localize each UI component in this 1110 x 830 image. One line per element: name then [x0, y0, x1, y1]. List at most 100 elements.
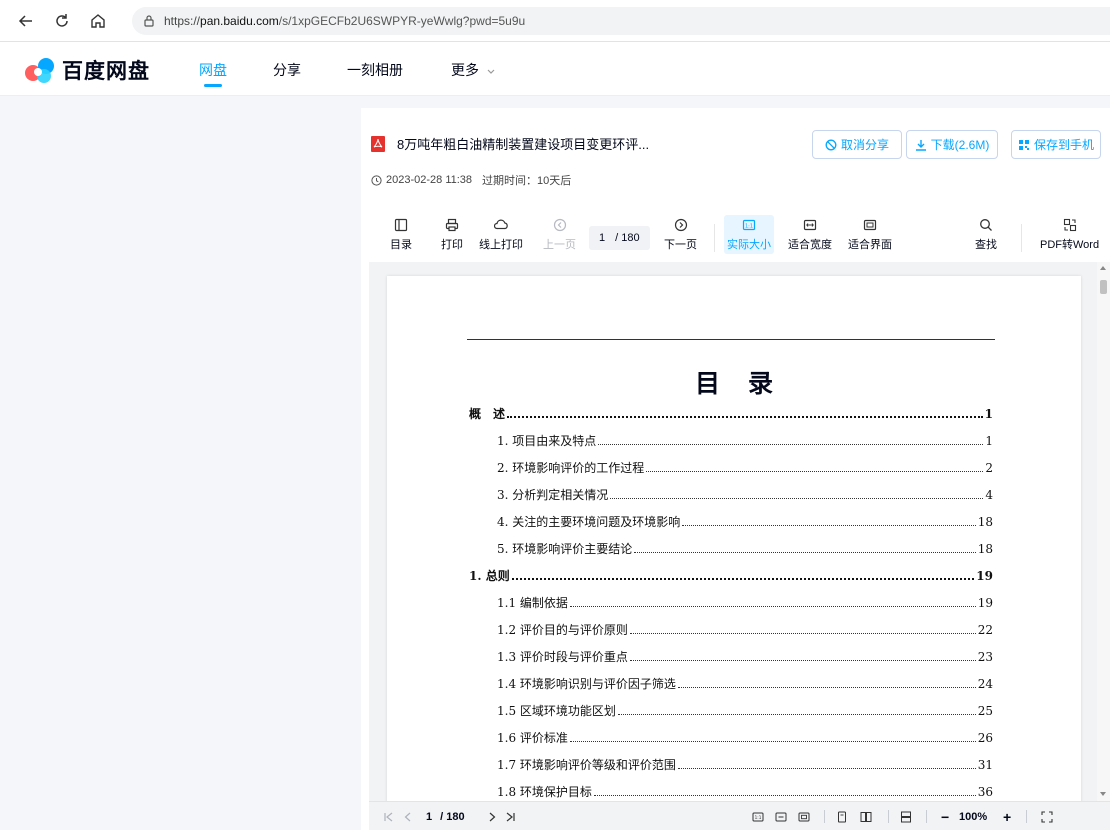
chevron-right-circle-icon [674, 218, 687, 232]
online-print-label: 线上打印 [479, 239, 523, 251]
prev-page-small-button[interactable] [402, 802, 414, 830]
toc-leader-dots [629, 624, 976, 634]
actual-size-button[interactable]: 1:1 实际大小 [724, 215, 774, 254]
next-page-button[interactable]: 下一页 [664, 218, 697, 252]
bottom-fit-width-button[interactable] [775, 802, 787, 830]
page-indicator[interactable]: 1 / 180 [589, 226, 650, 250]
home-button[interactable] [84, 7, 112, 35]
online-print-button[interactable]: 线上打印 [479, 218, 523, 252]
toc-entry-label: 4. 关注的主要环境问题及环境影响 [497, 515, 681, 529]
logo-text-part2: 网盘 [106, 60, 150, 83]
toc-entry[interactable]: 1. 总则 19 [469, 567, 993, 583]
toc-entry-label: 1.7 环境影响评价等级和评价范围 [497, 758, 676, 772]
back-button[interactable] [12, 7, 40, 35]
search-icon [980, 219, 992, 231]
vertical-scrollbar[interactable] [1097, 262, 1110, 801]
scroll-up-icon[interactable] [1100, 266, 1106, 270]
toc-leader-dots [569, 732, 976, 742]
toc-title: 目录 [694, 369, 801, 398]
bottom-divider [1026, 810, 1027, 823]
nav-share[interactable]: 分享 [273, 60, 301, 80]
toc-entry[interactable]: 1.7 环境影响评价等级和评价范围 31 [497, 756, 993, 772]
share-date: 2023-02-28 11:38 [386, 174, 473, 186]
continuous-scroll-icon [901, 811, 911, 822]
toc-leader-dots [593, 786, 976, 796]
last-page-button[interactable] [504, 802, 516, 830]
download-button[interactable]: 下载(2.6M) [906, 130, 998, 159]
bottom-fit-page-button[interactable] [798, 802, 810, 830]
file-name: 8万吨年粗白油精制装置建设项目变更环评... [397, 137, 650, 152]
toc-entry-page: 1 [984, 407, 993, 421]
scrollbar-thumb[interactable] [1100, 280, 1107, 294]
toc-entry[interactable]: 1.6 评价标准 26 [497, 729, 993, 745]
toc-entry-page: 31 [977, 758, 993, 772]
zoom-in-button[interactable]: + [1003, 802, 1011, 830]
fullscreen-button[interactable] [1041, 802, 1053, 830]
prev-page-label: 上一页 [543, 239, 576, 251]
fit-width-icon [775, 812, 787, 821]
toc-entry-page: 22 [977, 623, 993, 637]
address-bar[interactable]: https://pan.baidu.com/s/1xpGECFb2U6SWPYR… [132, 7, 1110, 35]
zoom-level: 100% [959, 810, 988, 823]
first-page-button[interactable] [383, 802, 395, 830]
qr-code-icon [1018, 139, 1029, 150]
bottom-actual-size-button[interactable]: 1:1 [752, 802, 764, 830]
nav-more[interactable]: 更多 [451, 60, 495, 80]
actual-size-label: 实际大小 [727, 239, 771, 251]
fullscreen-icon [1041, 810, 1053, 823]
actual-size-icon: 1:1 [742, 219, 756, 231]
pdf-to-word-button[interactable]: PDF转Word [1040, 218, 1099, 252]
double-page-view-button[interactable] [860, 802, 872, 830]
toc-entry[interactable]: 1.5 区域环境功能区划 25 [497, 702, 993, 718]
toc-entry-label: 1.6 评价标准 [497, 731, 568, 745]
nav-netdisk[interactable]: 网盘 [199, 60, 227, 80]
find-button[interactable]: 查找 [975, 218, 997, 252]
cancel-share-button[interactable]: 取消分享 [812, 130, 902, 159]
reload-button[interactable] [48, 7, 76, 35]
fit-page-label: 适合界面 [848, 239, 892, 251]
svg-text:1:1: 1:1 [745, 223, 753, 229]
bottom-page-indicator[interactable]: 1 / 180 [426, 802, 465, 830]
print-label: 打印 [441, 239, 463, 251]
toc-entry[interactable]: 3. 分析判定相关情况 4 [497, 486, 993, 502]
toc-entry[interactable]: 1.1 编制依据 19 [497, 594, 993, 610]
fit-page-button[interactable]: 适合界面 [848, 218, 892, 252]
sidebar-panel-icon [394, 218, 408, 232]
next-page-small-button[interactable] [486, 802, 498, 830]
toc-button[interactable]: 目录 [390, 218, 412, 252]
toc-entry[interactable]: 1.8 环境保护目标 36 [497, 783, 993, 799]
toc-entry[interactable]: 1. 项目由来及特点 1 [497, 432, 993, 448]
toc-entry[interactable]: 2. 环境影响评价的工作过程 2 [497, 459, 993, 475]
fit-width-button[interactable]: 适合宽度 [788, 218, 832, 252]
reload-icon [56, 13, 68, 27]
save-to-phone-button[interactable]: 保存到手机 [1011, 130, 1101, 159]
bottom-divider [824, 810, 825, 823]
fit-page-icon [863, 219, 877, 231]
toc-entry[interactable]: 4. 关注的主要环境问题及环境影响 18 [497, 513, 993, 529]
scroll-view-button[interactable] [900, 802, 912, 830]
toc-entry[interactable]: 5. 环境影响评价主要结论 18 [497, 540, 993, 556]
fit-width-icon [803, 219, 817, 231]
scroll-down-icon[interactable] [1100, 792, 1106, 796]
baidu-netdisk-logo[interactable]: 百度网盘 [22, 55, 150, 85]
toc-entry[interactable]: 1.2 评价目的与评价原则 22 [497, 621, 993, 637]
toc-entry[interactable]: 1.4 环境影响识别与评价因子筛选 24 [497, 675, 993, 691]
print-button[interactable]: 打印 [441, 218, 463, 252]
toc-entry[interactable]: 概 述 1 [469, 405, 993, 421]
current-page[interactable]: 1 [599, 232, 605, 244]
chevron-down-icon [487, 69, 495, 75]
single-page-view-button[interactable] [836, 802, 848, 830]
prev-page-button[interactable]: 上一页 [543, 218, 576, 252]
bottom-divider [926, 810, 927, 823]
printer-icon [445, 218, 459, 232]
zoom-out-button[interactable]: − [941, 802, 949, 830]
bottom-current-page[interactable]: 1 [426, 811, 432, 823]
toc-entry-page: 1 [985, 434, 993, 448]
download-label: 下载(2.6M) [930, 138, 990, 152]
nav-album[interactable]: 一刻相册 [347, 60, 403, 80]
toc-entry-label: 1. 项目由来及特点 [497, 434, 597, 448]
document-viewer[interactable]: 目录 概 述 1 1. 项目由来及特点 1 2. 环境影响评价的工作过程 2 3. 分析判定… [369, 262, 1110, 801]
toc-entry-label: 1.3 评价时段与评价重点 [497, 650, 628, 664]
toc-entry[interactable]: 1.3 评价时段与评价重点 23 [497, 648, 993, 664]
svg-text:1:1: 1:1 [755, 814, 762, 819]
